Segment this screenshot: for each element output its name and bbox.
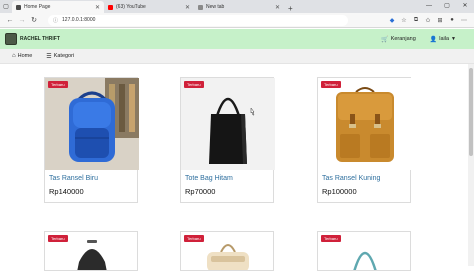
product-image[interactable]: Terbaru: [181, 78, 275, 170]
product-image[interactable]: Terbaru: [45, 232, 137, 270]
new-badge: Terbaru: [48, 81, 68, 88]
brand-name[interactable]: RACHEL THRIFT: [20, 36, 60, 42]
close-window-icon[interactable]: ✕: [456, 0, 474, 13]
product-name[interactable]: Tas Ransel Kuning: [322, 175, 410, 182]
dropdown-caret-icon: ▼: [451, 36, 456, 42]
forward-icon[interactable]: →: [16, 17, 28, 24]
new-badge: Terbaru: [48, 235, 68, 242]
tab-youtube[interactable]: (63) YouTube ✕: [104, 1, 194, 13]
close-tab-icon[interactable]: ✕: [275, 4, 280, 11]
product-image[interactable]: Terbaru: [181, 232, 273, 270]
product-card[interactable]: Terbaru: [44, 231, 138, 271]
toolbar-extensions: ◆ ☆ ⧉ ✩ ⊞ ● ⋯: [386, 17, 470, 24]
page-favicon-icon: [16, 4, 21, 10]
new-badge: Terbaru: [184, 81, 204, 88]
product-image[interactable]: Terbaru: [318, 78, 412, 170]
tab-title: New tab: [206, 4, 225, 10]
browser-tab-bar: ▢ Home Page ✕ (63) YouTube ✕ New tab ✕ +…: [0, 0, 474, 13]
user-name: laila: [439, 36, 450, 42]
close-tab-icon[interactable]: ✕: [95, 4, 100, 11]
tan-backpack-image: [318, 78, 412, 170]
new-badge: Terbaru: [184, 235, 204, 242]
tab-title: Home Page: [24, 4, 51, 10]
product-price: Rp70000: [185, 187, 216, 196]
tab-title: (63) YouTube: [116, 4, 146, 10]
cart-icon: 🛒: [381, 36, 389, 43]
cart-link[interactable]: 🛒 Keranjang: [381, 36, 416, 43]
new-badge: Terbaru: [321, 81, 341, 88]
product-price: Rp100000: [322, 187, 357, 196]
url-input[interactable]: ⓘ 127.0.0.1:8000: [48, 14, 348, 26]
favorites-icon[interactable]: ✩: [422, 17, 434, 24]
close-tab-icon[interactable]: ✕: [185, 4, 190, 11]
tab-home-page[interactable]: Home Page ✕: [12, 1, 104, 13]
extension-icon[interactable]: ◆: [386, 17, 398, 24]
tab-actions-icon[interactable]: ▢: [0, 0, 12, 13]
nav-category[interactable]: ☰ Kategori: [46, 53, 74, 60]
user-icon: 👤: [429, 36, 438, 43]
user-menu[interactable]: 👤 laila ▼: [430, 36, 456, 43]
page-scrollbar-thumb[interactable]: [469, 68, 473, 156]
address-bar-row: ← → ↻ ⓘ 127.0.0.1:8000 ◆ ☆ ⧉ ✩ ⊞ ● ⋯: [0, 13, 474, 28]
favorites-star-icon[interactable]: ☆: [398, 17, 410, 24]
new-tab-favicon-icon: [198, 4, 203, 10]
blue-backpack-image: [45, 78, 139, 170]
product-image[interactable]: Terbaru: [45, 78, 139, 170]
product-card[interactable]: Terbaru Tas Ransel Kuning Rp100000: [317, 77, 412, 203]
maximize-icon[interactable]: ▢: [438, 0, 456, 13]
product-name[interactable]: Tas Ransel Biru: [49, 175, 137, 182]
collections-add-icon[interactable]: ⊞: [434, 17, 446, 24]
tab-new-tab[interactable]: New tab ✕: [194, 1, 284, 13]
home-icon: ⌂: [12, 53, 16, 59]
cart-label: Keranjang: [390, 36, 416, 42]
product-card[interactable]: Terbaru Tote Bag Hitam Rp70000: [180, 77, 275, 203]
back-icon[interactable]: ←: [4, 17, 16, 24]
sub-navbar: ⌂ Home ☰ Kategori: [0, 49, 474, 64]
product-card[interactable]: Terbaru: [180, 231, 274, 271]
brand-logo[interactable]: [5, 33, 17, 45]
more-options-icon[interactable]: ⋯: [458, 17, 470, 24]
refresh-icon[interactable]: ↻: [28, 16, 40, 24]
window-controls: — ▢ ✕: [420, 0, 474, 13]
product-card[interactable]: Terbaru Tas Ransel Biru Rp140000: [44, 77, 139, 203]
new-badge: Terbaru: [321, 235, 341, 242]
profile-avatar-icon[interactable]: ●: [446, 17, 458, 24]
nav-home[interactable]: ⌂ Home: [12, 53, 32, 59]
site-navbar: RACHEL THRIFT 🛒 Keranjang 👤 laila ▼: [0, 29, 474, 49]
product-name[interactable]: Tote Bag Hitam: [185, 175, 273, 182]
product-price: Rp140000: [49, 187, 84, 196]
product-image[interactable]: Terbaru: [318, 232, 410, 270]
black-tote-image: [181, 78, 275, 170]
youtube-favicon-icon: [108, 4, 113, 10]
minimize-icon[interactable]: —: [420, 0, 438, 13]
product-card[interactable]: Terbaru: [317, 231, 411, 271]
nav-category-label: Kategori: [53, 53, 75, 59]
site-info-icon[interactable]: ⓘ: [53, 17, 58, 24]
url-text: 127.0.0.1:8000: [62, 17, 96, 23]
nav-home-label: Home: [17, 53, 33, 59]
new-tab-button[interactable]: +: [284, 4, 297, 13]
collections-icon[interactable]: ⧉: [410, 17, 422, 24]
menu-icon: ☰: [46, 53, 52, 60]
